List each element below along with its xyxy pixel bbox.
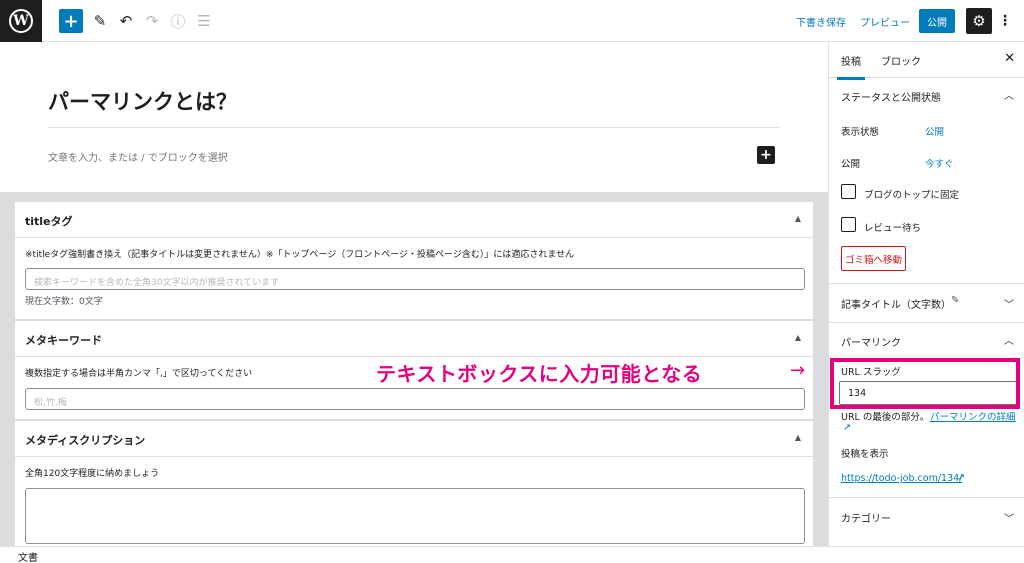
annotation-arrow-icon: → — [790, 360, 806, 381]
move-to-trash-button[interactable]: ゴミ箱へ移動 — [841, 246, 906, 271]
visibility-value[interactable]: 公開 — [925, 124, 944, 138]
sticky-label: ブログのトップに固定 — [864, 190, 960, 201]
panel-header[interactable]: メタディスクリプション ▲ — [15, 421, 813, 457]
external-link-icon[interactable]: ↗ — [957, 472, 965, 483]
categories-section-header[interactable]: カテゴリー — [841, 510, 891, 525]
edit-tool-icon[interactable]: ✎ — [88, 9, 112, 33]
list-view-icon[interactable]: ☰ — [192, 9, 216, 33]
save-draft-button[interactable]: 下書き保存 — [796, 14, 846, 29]
wordpress-icon: W — [9, 9, 33, 33]
chevron-up-icon[interactable]: ︿ — [1004, 332, 1014, 347]
chevron-down-icon[interactable]: ﹀ — [1004, 296, 1014, 311]
visibility-label: 表示状態 — [841, 127, 880, 138]
tab-post[interactable]: 投稿 — [837, 53, 865, 80]
divider — [829, 497, 1024, 498]
editor-screen: W + ✎ ↶ ↷ ⓘ ☰ 下書き保存 プレビュー 公開 ⚙ ⋮ パーマリンクと… — [0, 0, 1024, 563]
title-divider — [48, 127, 780, 128]
pending-review-label: レビュー待ち — [864, 223, 922, 234]
settings-gear-icon[interactable]: ⚙ — [966, 8, 992, 34]
view-post-label: 投稿を表示 — [841, 449, 889, 460]
redo-icon[interactable]: ↷ — [140, 9, 164, 33]
collapse-arrow-icon[interactable]: ▲ — [795, 214, 801, 223]
keywords-note: 複数指定する場合は半角カンマ「,」で区切ってください — [25, 369, 253, 379]
divider — [829, 283, 1024, 284]
publish-button[interactable]: 公開 — [919, 9, 955, 33]
post-title-count-header[interactable]: 記事タイトル（文字数） — [841, 296, 951, 311]
panel-header[interactable]: titleタグ ▲ — [15, 202, 813, 238]
post-url-link[interactable]: https://todo-job.com/134/ — [841, 473, 962, 484]
slug-highlight-box — [830, 358, 1020, 409]
description-textarea[interactable] — [25, 488, 805, 544]
collapse-arrow-icon[interactable]: ▲ — [795, 433, 801, 442]
close-icon[interactable]: ✕ — [1004, 51, 1015, 66]
chevron-up-icon[interactable]: ︿ — [1004, 87, 1014, 102]
publish-label: 公開 — [841, 159, 861, 170]
collapse-arrow-icon[interactable]: ▲ — [795, 333, 801, 342]
panel-title: メタキーワード — [25, 334, 102, 347]
panel-title: メタディスクリプション — [25, 434, 146, 447]
slug-help-text: URL の最後の部分。 — [841, 412, 930, 423]
permalink-details-link[interactable]: パーマリンクの詳細 — [930, 409, 1016, 423]
keywords-input[interactable]: 松,竹,梅 — [25, 388, 805, 410]
block-inserter-plus-icon[interactable]: + — [757, 146, 775, 164]
top-toolbar: W + ✎ ↶ ↷ ⓘ ☰ 下書き保存 プレビュー 公開 ⚙ ⋮ — [0, 0, 1024, 42]
permalink-section-header[interactable]: パーマリンク — [841, 334, 901, 349]
sticky-checkbox[interactable] — [841, 184, 856, 199]
meta-description-panel: メタディスクリプション ▲ 全角120文字程度に納めましょう — [14, 420, 814, 546]
title-tag-note: ※titleタグ強制書き換え（記事タイトルは変更されません）※「トップページ（フ… — [25, 250, 575, 260]
description-note: 全角120文字程度に納めましょう — [25, 469, 160, 479]
annotation-callout: テキストボックスに入力可能となる — [376, 362, 703, 386]
char-count: 現在文字数：0文字 — [25, 297, 103, 307]
undo-icon[interactable]: ↶ — [114, 9, 138, 33]
divider — [829, 322, 1024, 323]
pending-review-checkbox[interactable] — [841, 217, 856, 232]
tab-block[interactable]: ブロック — [881, 53, 921, 68]
settings-sidebar: 投稿 ブロック ✕ ステータスと公開状態 ︿ 表示状態 公開 公開 今すぐ ブロ… — [828, 42, 1024, 546]
publish-date-value[interactable]: 今すぐ — [925, 156, 954, 170]
pencil-icon: ✎ — [951, 295, 960, 306]
sidebar-tabs: 投稿 ブロック ✕ — [829, 42, 1024, 80]
block-placeholder[interactable]: 文章を入力、または / でブロックを選択 — [48, 149, 228, 164]
title-tag-input[interactable]: 検索キーワードを含めた全角30文字以内が推奨されています — [25, 268, 805, 290]
panel-title: titleタグ — [25, 215, 73, 228]
wordpress-logo-button[interactable]: W — [0, 0, 42, 42]
preview-button[interactable]: プレビュー — [860, 14, 910, 29]
post-title[interactable]: パーマリンクとは？ — [48, 86, 237, 116]
info-icon[interactable]: ⓘ — [166, 9, 190, 33]
breadcrumb[interactable]: 文書 — [18, 549, 38, 563]
more-options-icon[interactable]: ⋮ — [998, 10, 1012, 32]
chevron-down-icon[interactable]: ﹀ — [1004, 510, 1014, 525]
status-section-header[interactable]: ステータスと公開状態 — [841, 89, 941, 104]
status-footer: 文書 — [0, 546, 1024, 563]
panel-header[interactable]: メタキーワード ▲ — [15, 321, 813, 357]
add-block-button[interactable]: + — [59, 9, 83, 33]
external-link-icon[interactable]: ↗ — [843, 422, 851, 433]
title-tag-panel: titleタグ ▲ ※titleタグ強制書き換え（記事タイトルは変更されません）… — [14, 201, 814, 320]
editor-canvas: パーマリンクとは？ 文章を入力、または / でブロックを選択 + — [0, 42, 828, 192]
